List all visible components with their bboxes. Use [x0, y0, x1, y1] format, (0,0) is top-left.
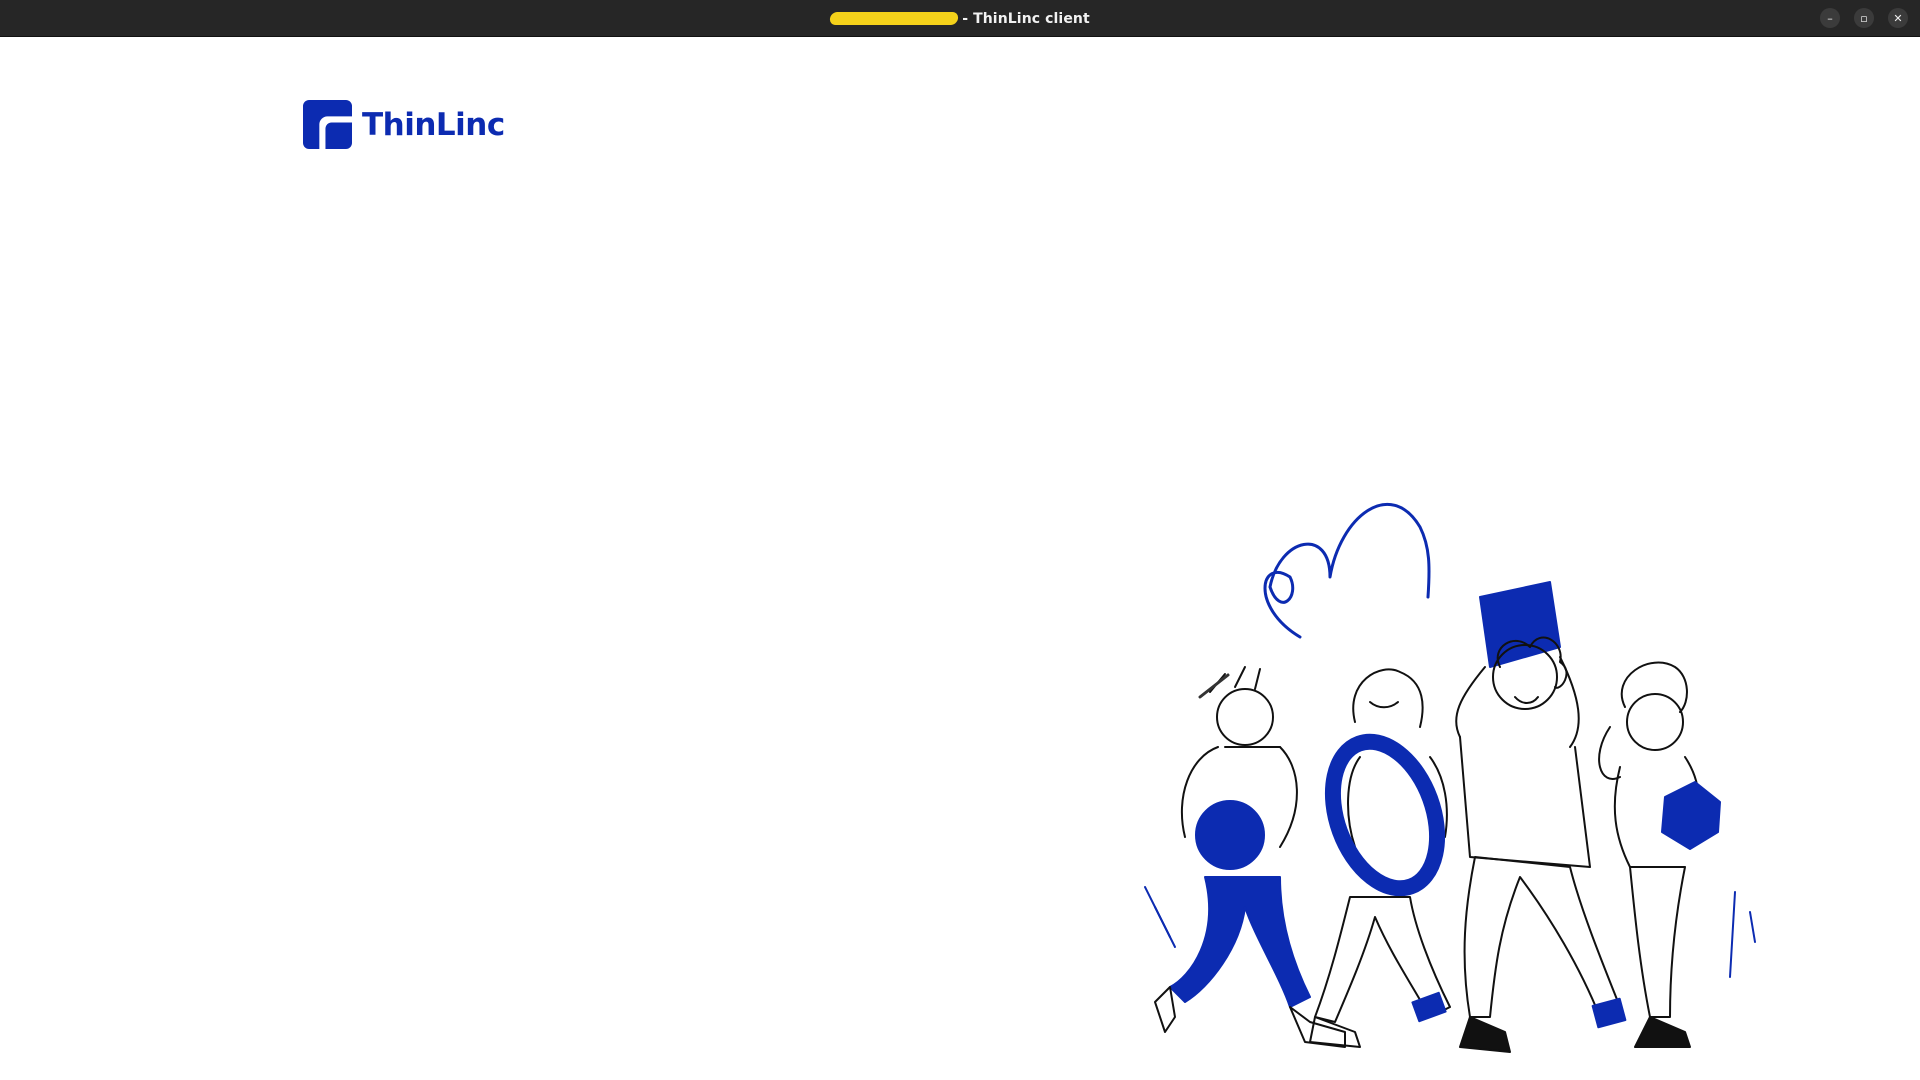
close-icon: ✕: [1893, 11, 1903, 25]
people-carrying-shapes-illustration: [1144, 503, 1756, 1053]
window-title: - ThinLinc client: [0, 0, 1920, 37]
redacted-hostname: [829, 12, 960, 25]
logo-text: ThinLinc: [362, 106, 505, 143]
close-button[interactable]: ✕: [1888, 8, 1908, 28]
maximize-icon: ▫: [1860, 11, 1868, 25]
minimize-icon: –: [1827, 11, 1833, 25]
maximize-button[interactable]: ▫: [1854, 8, 1874, 28]
thinlinc-logo-icon: [303, 100, 352, 149]
thinlinc-logo: ThinLinc: [303, 100, 505, 149]
main-content: ThinLinc: [0, 37, 1920, 1080]
minimize-button[interactable]: –: [1820, 8, 1840, 28]
window-title-text: - ThinLinc client: [962, 10, 1090, 27]
window-titlebar[interactable]: - ThinLinc client – ▫ ✕: [0, 0, 1920, 37]
window-controls: – ▫ ✕: [1820, 8, 1908, 28]
